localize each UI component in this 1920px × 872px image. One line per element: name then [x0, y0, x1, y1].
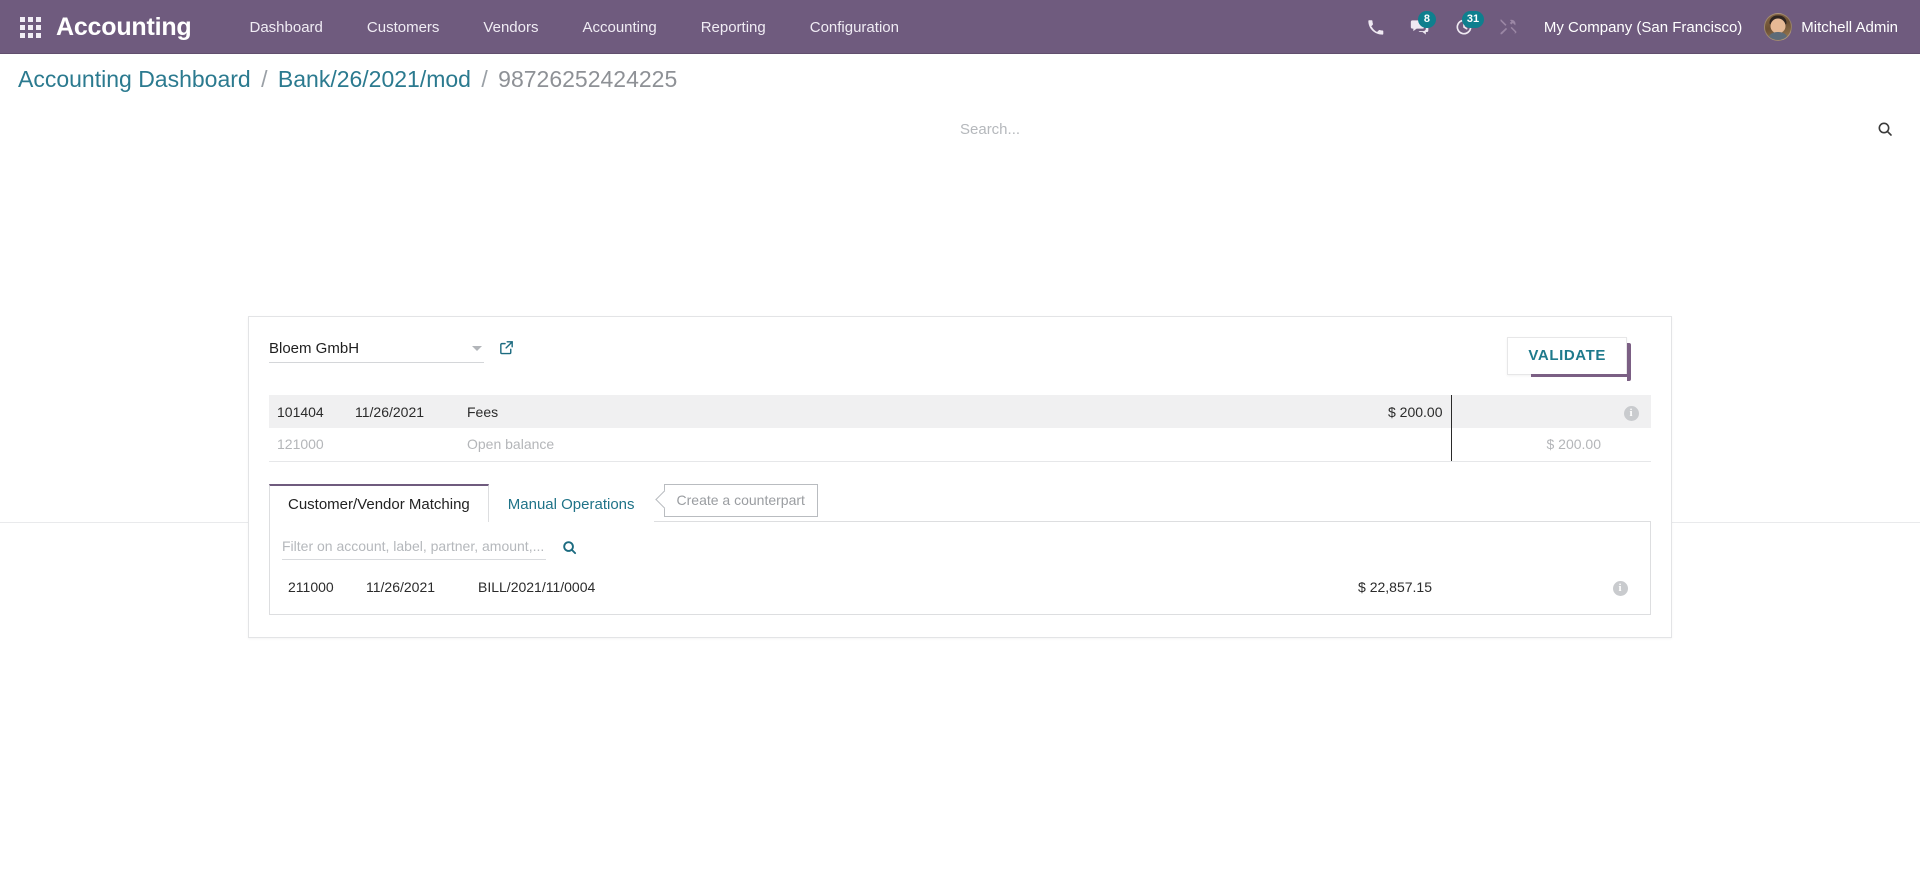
line-info-cell: [1611, 428, 1651, 462]
line-debit[interactable]: $ 200.00: [1271, 395, 1452, 428]
developer-tools-icon[interactable]: [1486, 7, 1530, 47]
matching-filter-row: [280, 530, 1640, 564]
reconciliation-widget: Bloem GmbH VALIDATE 101404 11/26/2021 Fe…: [248, 316, 1672, 638]
menu-item-reporting[interactable]: Reporting: [679, 12, 788, 43]
info-icon[interactable]: i: [1623, 405, 1639, 421]
table-row[interactable]: 101404 11/26/2021 Fees $ 200.00 i: [269, 395, 1651, 428]
partner-name[interactable]: Bloem GmbH: [269, 340, 472, 357]
match-info-cell: i: [1600, 570, 1640, 604]
menu-item-customers[interactable]: Customers: [345, 12, 462, 43]
control-panel: Accounting Dashboard / Bank/26/2021/mod …: [0, 54, 1920, 192]
line-account[interactable]: 121000: [269, 428, 355, 462]
breadcrumb-separator: /: [261, 66, 268, 92]
matching-panel: 211000 11/26/2021 BILL/2021/11/0004 $ 22…: [269, 521, 1651, 615]
breadcrumb-item-bank-statement[interactable]: Bank/26/2021/mod: [278, 66, 471, 92]
avatar: [1764, 13, 1793, 41]
line-label[interactable]: Fees: [467, 395, 1271, 428]
main-menu: Dashboard Customers Vendors Accounting R…: [228, 12, 921, 43]
line-date[interactable]: 11/26/2021: [355, 395, 467, 428]
messages-count-badge: 8: [1417, 11, 1436, 28]
table-row[interactable]: 121000 Open balance $ 200.00: [269, 428, 1651, 462]
line-debit[interactable]: [1271, 428, 1452, 462]
breadcrumb-separator: /: [481, 66, 488, 92]
validate-area: VALIDATE: [1507, 337, 1651, 381]
phone-icon[interactable]: [1354, 7, 1398, 47]
apps-menu-button[interactable]: [10, 7, 50, 47]
menu-item-accounting[interactable]: Accounting: [560, 12, 678, 43]
search-icon[interactable]: [562, 540, 577, 555]
matching-filter-input[interactable]: [282, 535, 546, 560]
activity-clock-icon[interactable]: 31: [1442, 7, 1486, 47]
line-info-cell: i: [1611, 395, 1651, 428]
external-link-icon[interactable]: [498, 337, 515, 356]
line-credit[interactable]: [1451, 395, 1611, 428]
content-area: Bloem GmbH VALIDATE 101404 11/26/2021 Fe…: [0, 138, 1920, 828]
chevron-down-icon[interactable]: [472, 346, 482, 351]
match-account[interactable]: 211000: [280, 570, 366, 604]
app-brand-accounting[interactable]: Accounting: [56, 14, 192, 40]
company-switcher[interactable]: My Company (San Francisco): [1530, 11, 1756, 44]
line-account[interactable]: 101404: [269, 395, 355, 428]
line-credit[interactable]: $ 200.00: [1451, 428, 1611, 462]
match-credit: [1440, 570, 1600, 604]
line-label[interactable]: Open balance: [467, 428, 1271, 462]
create-counterpart-callout[interactable]: Create a counterpart: [663, 483, 818, 517]
validate-underline-accent: [1531, 374, 1627, 377]
tab-customer-vendor-matching[interactable]: Customer/Vendor Matching: [269, 483, 489, 522]
systray: 8 31 My Company (San Francisco) Mitchell…: [1354, 7, 1908, 47]
validate-button[interactable]: VALIDATE: [1507, 337, 1627, 375]
menu-item-dashboard[interactable]: Dashboard: [228, 12, 345, 43]
search-input[interactable]: [960, 120, 1874, 138]
tab-manual-operations[interactable]: Manual Operations: [488, 484, 654, 522]
menu-item-vendors[interactable]: Vendors: [461, 12, 560, 43]
match-amount[interactable]: $ 22,857.15: [1260, 570, 1440, 604]
breadcrumb-item-current: 98726252424225: [498, 66, 678, 92]
top-navbar: Accounting Dashboard Customers Vendors A…: [0, 0, 1920, 54]
matching-lines-table: 211000 11/26/2021 BILL/2021/11/0004 $ 22…: [280, 570, 1640, 604]
user-menu[interactable]: Mitchell Admin: [1756, 9, 1908, 45]
search-icon[interactable]: [1874, 118, 1896, 140]
match-date[interactable]: 11/26/2021: [366, 570, 478, 604]
reconciliation-lines-table: 101404 11/26/2021 Fees $ 200.00 i 121000…: [269, 395, 1651, 462]
menu-item-configuration[interactable]: Configuration: [788, 12, 921, 43]
apps-grid-icon: [19, 16, 41, 38]
match-label[interactable]: BILL/2021/11/0004: [478, 570, 1260, 604]
validate-side-accent: [1627, 343, 1631, 381]
info-icon[interactable]: i: [1612, 580, 1628, 596]
reconciliation-header: Bloem GmbH VALIDATE: [269, 337, 1651, 395]
activities-count-badge: 31: [1461, 11, 1485, 28]
user-name: Mitchell Admin: [1801, 18, 1898, 36]
partner-field[interactable]: Bloem GmbH: [269, 337, 484, 363]
breadcrumb-item-accounting-dashboard[interactable]: Accounting Dashboard: [18, 66, 251, 92]
line-date[interactable]: [355, 428, 467, 462]
breadcrumb: Accounting Dashboard / Bank/26/2021/mod …: [18, 54, 677, 94]
reconciliation-tabs: Customer/Vendor Matching Manual Operatio…: [269, 483, 1651, 522]
messages-icon[interactable]: 8: [1398, 7, 1442, 47]
table-row[interactable]: 211000 11/26/2021 BILL/2021/11/0004 $ 22…: [280, 570, 1640, 604]
